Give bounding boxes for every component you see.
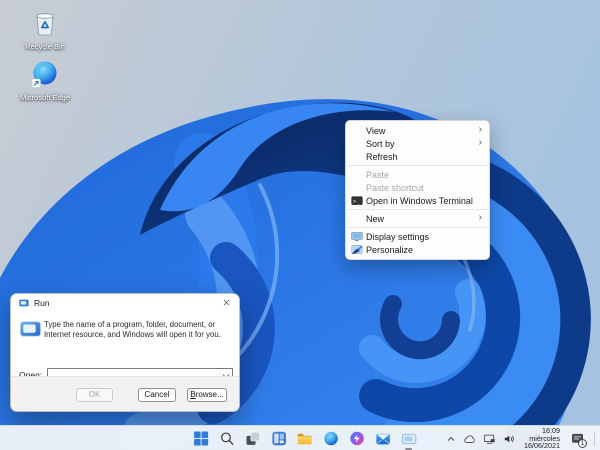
edge-button[interactable] bbox=[320, 428, 342, 450]
menu-separator bbox=[347, 209, 488, 210]
run-dialog-footer: OK Cancel Browse... bbox=[11, 376, 239, 411]
file-explorer-icon bbox=[297, 433, 312, 445]
chevron-right-icon: › bbox=[478, 124, 482, 135]
taskbar-tray: 16:09 miércoles 16/06/2021 1 bbox=[445, 426, 595, 450]
desktop-context-menu: View › Sort by › Refresh Paste Paste sho… bbox=[345, 120, 490, 260]
menu-item-display-settings[interactable]: Display settings bbox=[346, 230, 489, 243]
windows-logo-icon bbox=[193, 431, 208, 446]
mail-button[interactable] bbox=[372, 428, 394, 450]
display-icon bbox=[351, 231, 363, 242]
desktop-icon-recycle-bin[interactable]: Recycle Bin bbox=[13, 7, 77, 52]
active-app-indicator bbox=[405, 447, 413, 450]
personalize-icon bbox=[351, 244, 363, 255]
browse-button[interactable]: Browse... bbox=[187, 388, 227, 402]
run-window-icon bbox=[401, 433, 416, 444]
messenger-icon bbox=[349, 431, 364, 446]
edge-icon bbox=[31, 60, 59, 88]
menu-item-view[interactable]: View › bbox=[346, 124, 489, 137]
run-icon bbox=[20, 321, 41, 337]
run-window-button[interactable] bbox=[398, 428, 420, 450]
mail-icon bbox=[375, 433, 390, 444]
desktop-icon-microsoft-edge[interactable]: Microsoft Edge bbox=[13, 60, 77, 103]
show-desktop-divider[interactable] bbox=[594, 431, 595, 446]
shortcut-arrow-icon bbox=[31, 78, 41, 88]
menu-item-paste-shortcut: Paste shortcut bbox=[366, 182, 424, 193]
notification-center-button[interactable]: 1 bbox=[567, 428, 587, 450]
onedrive-cloud-icon[interactable] bbox=[462, 428, 477, 450]
run-dialog-title: Run bbox=[34, 297, 50, 308]
volume-icon[interactable] bbox=[502, 428, 517, 450]
menu-separator bbox=[347, 227, 488, 228]
run-dialog-body: Type the name of a program, folder, docu… bbox=[11, 311, 239, 382]
task-view-button[interactable] bbox=[242, 428, 264, 450]
menu-item-new[interactable]: New › bbox=[346, 212, 489, 225]
svg-text:>_: >_ bbox=[353, 199, 360, 205]
taskbar-center bbox=[190, 426, 420, 450]
edge-icon bbox=[323, 431, 338, 446]
chevron-right-icon: › bbox=[478, 137, 482, 148]
chevron-right-icon: › bbox=[478, 212, 482, 223]
start-button[interactable] bbox=[190, 428, 212, 450]
windows-terminal-icon: >_ bbox=[351, 195, 363, 206]
widgets-button[interactable] bbox=[268, 428, 290, 450]
menu-item-open-in-windows-terminal[interactable]: >_ Open in Windows Terminal bbox=[346, 194, 489, 207]
search-icon bbox=[220, 432, 233, 445]
windows-11-desktop: Recycle Bin Microsoft Edge View › Sort b… bbox=[0, 0, 600, 450]
hidden-icons-chevron[interactable] bbox=[445, 428, 457, 450]
run-titlebar-icon bbox=[19, 299, 29, 307]
menu-item-paste: Paste bbox=[366, 169, 390, 180]
task-view-icon bbox=[246, 431, 260, 445]
search-button[interactable] bbox=[216, 428, 238, 450]
run-dialog-description: Type the name of a program, folder, docu… bbox=[44, 320, 221, 339]
taskbar: 16:09 miércoles 16/06/2021 1 bbox=[0, 425, 600, 450]
cancel-button[interactable]: Cancel bbox=[138, 388, 176, 402]
menu-separator bbox=[347, 165, 488, 166]
run-dialog-titlebar[interactable]: Run bbox=[11, 294, 239, 311]
network-icon[interactable] bbox=[482, 428, 497, 450]
clock-date: 16/06/2021 bbox=[524, 441, 560, 450]
widgets-icon bbox=[271, 431, 286, 446]
desktop-icon-label: Recycle Bin bbox=[25, 42, 65, 51]
menu-item-refresh[interactable]: Refresh bbox=[346, 150, 489, 163]
menu-item-sort-by[interactable]: Sort by › bbox=[346, 137, 489, 150]
close-icon[interactable] bbox=[213, 294, 239, 311]
recycle-bin-icon bbox=[31, 7, 59, 37]
file-explorer-button[interactable] bbox=[294, 428, 316, 450]
run-dialog: Run Type the name of a program, folder, … bbox=[10, 293, 240, 412]
desktop-icon-label: Microsoft Edge bbox=[19, 93, 71, 102]
messenger-button[interactable] bbox=[346, 428, 368, 450]
menu-item-personalize[interactable]: Personalize bbox=[346, 243, 489, 256]
clock[interactable]: 16:09 miércoles 16/06/2021 bbox=[522, 427, 562, 450]
ok-button: OK bbox=[76, 388, 113, 402]
notification-badge: 1 bbox=[578, 438, 587, 448]
